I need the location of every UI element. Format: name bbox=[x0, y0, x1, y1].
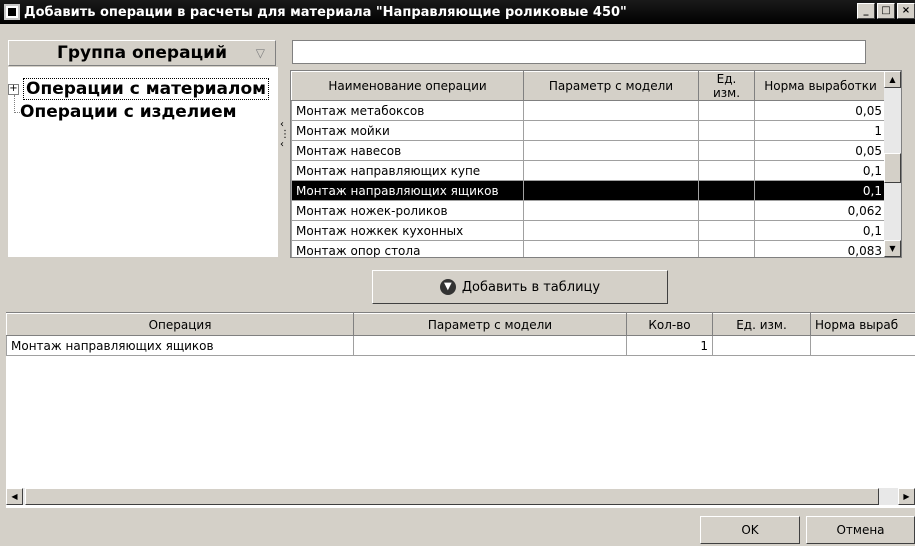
column-header[interactable]: Операция bbox=[6, 313, 354, 336]
maximize-button[interactable]: □ bbox=[877, 3, 895, 19]
tree-item-product-ops[interactable]: Операции с изделием bbox=[20, 102, 237, 122]
column-header[interactable]: Наименование операции bbox=[291, 71, 524, 101]
norm-cell: 0,062 bbox=[754, 200, 887, 221]
minimize-button[interactable]: _ bbox=[857, 3, 875, 19]
norm-cell: 0,083 bbox=[754, 240, 887, 257]
unit-cell bbox=[698, 240, 755, 257]
add-to-table-button[interactable]: ▼ Добавить в таблицу bbox=[372, 270, 668, 304]
cancel-button[interactable]: Отмена bbox=[806, 516, 915, 544]
param-cell bbox=[523, 120, 699, 141]
unit-cell bbox=[698, 140, 755, 161]
norm-cell: 0,05 bbox=[754, 100, 887, 121]
param-cell bbox=[523, 100, 699, 121]
arrow-down-circle-icon: ▼ bbox=[439, 279, 456, 295]
table-row-selected[interactable]: Монтаж направляющих ящиков 0,1 bbox=[291, 180, 901, 201]
operation-name-cell: Монтаж навесов bbox=[291, 140, 524, 161]
table-row[interactable]: Монтаж мойки 1 bbox=[291, 120, 902, 141]
filter-icon[interactable]: ▽ bbox=[256, 41, 265, 65]
param-cell bbox=[523, 220, 699, 241]
expand-icon[interactable]: + bbox=[8, 83, 19, 95]
window-controls: _ □ × bbox=[857, 3, 915, 19]
operation-name-cell: Монтаж опор стола bbox=[291, 240, 524, 257]
unit-cell bbox=[698, 180, 755, 201]
column-header[interactable]: Кол-во bbox=[626, 313, 713, 336]
result-horizontal-scrollbar[interactable]: ◀ ▶ bbox=[6, 488, 915, 505]
tree-item-label: Операции с материалом bbox=[23, 78, 270, 100]
norm-cell: 0,05 bbox=[754, 140, 887, 161]
scroll-thumb[interactable] bbox=[25, 488, 879, 505]
param-cell bbox=[523, 160, 699, 181]
table-row[interactable]: Монтаж направляющих ящиков 1 bbox=[6, 335, 915, 356]
tree-item-label: Операции с изделием bbox=[20, 102, 237, 122]
column-header[interactable]: Норма выраб bbox=[810, 313, 915, 336]
norm-cell: 0,1 bbox=[754, 180, 887, 201]
close-button[interactable]: × bbox=[897, 3, 915, 19]
operation-name-cell: Монтаж ножек-роликов bbox=[291, 200, 524, 221]
operation-name-cell: Монтаж метабоксов bbox=[291, 100, 524, 121]
table-row[interactable]: Монтаж ножек-роликов 0,062 bbox=[291, 200, 902, 221]
param-cell bbox=[523, 180, 699, 201]
operation-name-cell: Монтаж направляющих купе bbox=[291, 160, 524, 181]
operations-table: Наименование операции Параметр с модели … bbox=[290, 70, 902, 258]
app-icon bbox=[4, 4, 20, 20]
operation-name-cell: Монтаж мойки bbox=[291, 120, 524, 141]
title-bar: Добавить операции в расчеты для материал… bbox=[0, 0, 915, 24]
scroll-right-icon[interactable]: ▶ bbox=[898, 488, 915, 505]
unit-cell bbox=[698, 160, 755, 181]
unit-cell bbox=[698, 120, 755, 141]
scroll-down-icon[interactable]: ▼ bbox=[884, 240, 901, 257]
operation-group-tree: + Операции с материалом Операции с издели… bbox=[8, 67, 278, 257]
table-row[interactable]: Монтаж навесов 0,05 bbox=[291, 140, 902, 161]
group-header[interactable]: Группа операций ▽ bbox=[8, 40, 276, 66]
norm-cell: 1 bbox=[754, 120, 887, 141]
column-header[interactable]: Параметр с модели bbox=[523, 71, 699, 101]
operation-name-cell: Монтаж направляющих ящиков bbox=[291, 180, 524, 201]
operation-cell: Монтаж направляющих ящиков bbox=[6, 335, 354, 356]
operations-header-row: Наименование операции Параметр с модели … bbox=[291, 71, 902, 101]
norm-cell bbox=[810, 335, 915, 356]
param-cell bbox=[523, 140, 699, 161]
param-cell bbox=[523, 240, 699, 257]
norm-cell: 0,1 bbox=[754, 220, 887, 241]
operation-name-cell: Монтаж ножкек кухонных bbox=[291, 220, 524, 241]
norm-cell: 0,1 bbox=[754, 160, 887, 181]
unit-cell bbox=[698, 100, 755, 121]
result-header-row: Операция Параметр с модели Кол-во Ед. из… bbox=[6, 313, 915, 336]
table-row[interactable]: Монтаж ножкек кухонных 0,1 bbox=[291, 220, 902, 241]
column-header[interactable]: Параметр с модели bbox=[353, 313, 627, 336]
scroll-thumb[interactable] bbox=[884, 153, 901, 183]
search-input[interactable] bbox=[292, 40, 866, 64]
unit-cell bbox=[698, 200, 755, 221]
table-row[interactable]: Монтаж направляющих купе 0,1 bbox=[291, 160, 902, 181]
unit-cell bbox=[698, 220, 755, 241]
tree-item-material-ops[interactable]: + Операции с материалом bbox=[8, 78, 270, 100]
column-header[interactable]: Норма выработки bbox=[754, 71, 887, 101]
group-header-label: Группа операций bbox=[57, 43, 227, 63]
scroll-up-icon[interactable]: ▲ bbox=[884, 71, 901, 88]
table-row[interactable]: Монтаж опор стола 0,083 bbox=[291, 240, 902, 257]
param-cell bbox=[353, 335, 627, 356]
param-cell bbox=[523, 200, 699, 221]
column-header[interactable]: Ед. изм. bbox=[712, 313, 811, 336]
result-table: Операция Параметр с модели Кол-во Ед. из… bbox=[6, 312, 915, 508]
splitter-handle[interactable]: ‹ ⋮ ‹ bbox=[280, 120, 290, 180]
unit-cell bbox=[712, 335, 811, 356]
add-to-table-label: Добавить в таблицу bbox=[461, 279, 601, 295]
scroll-left-icon[interactable]: ◀ bbox=[6, 488, 23, 505]
window-title: Добавить операции в расчеты для материал… bbox=[24, 4, 627, 20]
ok-button[interactable]: OK bbox=[700, 516, 800, 544]
operations-vertical-scrollbar[interactable]: ▲ ▼ bbox=[884, 71, 901, 257]
column-header[interactable]: Ед. изм. bbox=[698, 71, 755, 101]
table-row[interactable]: Монтаж метабоксов 0,05 bbox=[291, 100, 902, 121]
qty-cell[interactable]: 1 bbox=[626, 335, 713, 356]
